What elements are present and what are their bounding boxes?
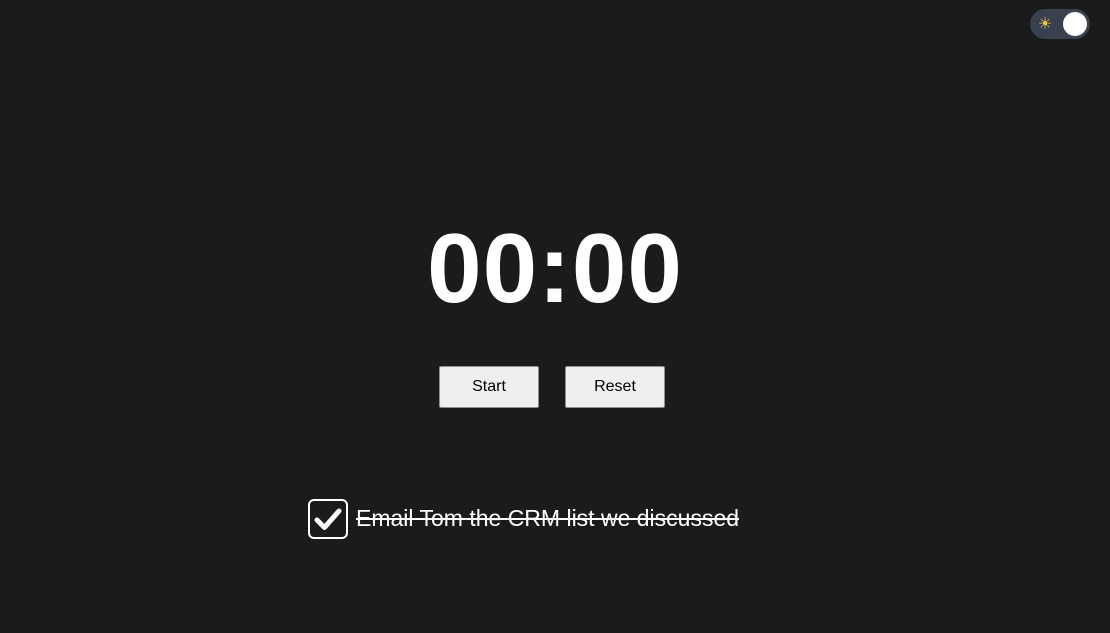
timer-page: ☀ 00:00 Start Reset Email Tom the CRM li… bbox=[0, 0, 1110, 633]
task-checkbox[interactable] bbox=[308, 498, 348, 539]
task-item: Email Tom the CRM list we discussed bbox=[308, 498, 740, 539]
checkmark-icon bbox=[314, 508, 342, 530]
start-button[interactable]: Start bbox=[439, 366, 539, 408]
reset-button[interactable]: Reset bbox=[565, 366, 665, 408]
sun-icon: ☀ bbox=[1037, 14, 1053, 33]
toggle-knob bbox=[1063, 12, 1087, 36]
theme-toggle[interactable]: ☀ bbox=[1030, 9, 1090, 39]
task-label: Email Tom the CRM list we discussed bbox=[356, 505, 740, 531]
timer-display: 00:00 bbox=[427, 213, 683, 323]
